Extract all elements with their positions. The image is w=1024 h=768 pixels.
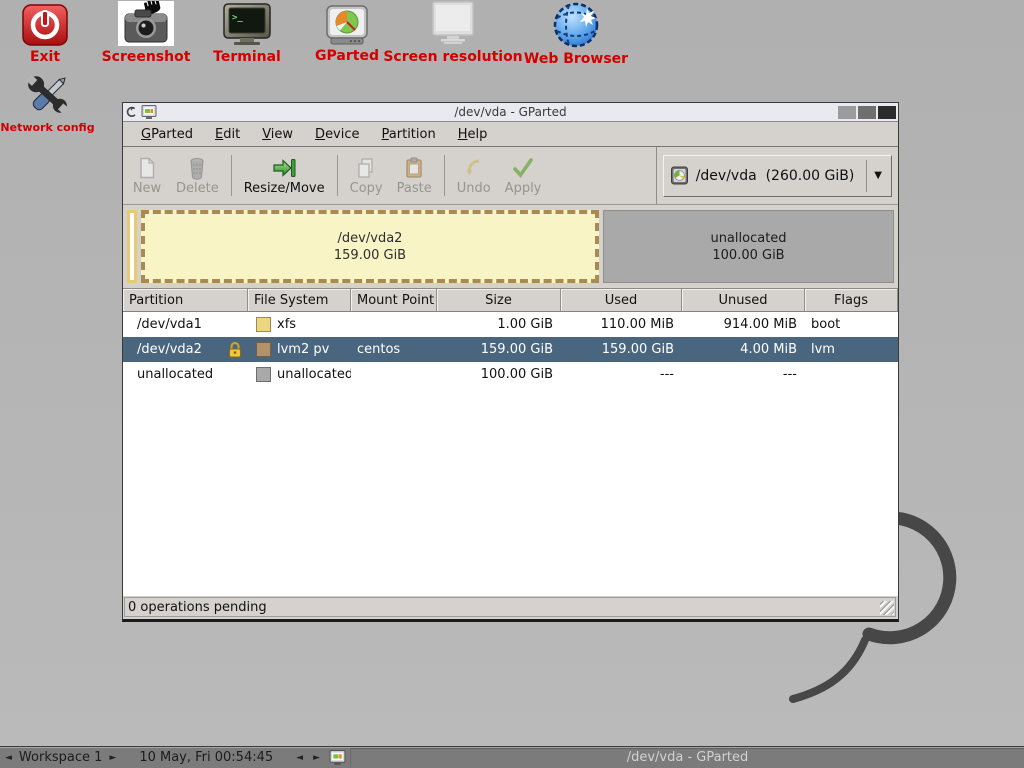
diskbar-partition-vda1[interactable] <box>127 210 137 283</box>
toolbar-separator <box>444 155 445 196</box>
hard-drive-icon <box>670 166 690 186</box>
workspace-label: Workspace 1 <box>17 750 104 765</box>
desktop-icon-label: Terminal <box>213 49 281 65</box>
partition-table: Partition File System Mount Point Size U… <box>123 289 898 596</box>
device-selector-zone: /dev/vda (260.00 GiB) ▼ <box>656 147 898 204</box>
column-header-partition: Partition <box>123 289 248 312</box>
diskbar-unallocated[interactable]: unallocated 100.00 GiB <box>603 210 894 283</box>
new-partition-icon <box>135 156 159 180</box>
desktop-icon-web-browser[interactable]: Web Browser <box>516 1 636 67</box>
column-header-mountpoint: Mount Point <box>351 289 437 312</box>
task-prev-arrow-icon[interactable]: ◄ <box>291 753 308 763</box>
new-button[interactable]: New <box>125 153 169 199</box>
taskbar-clock: 10 May, Fri 00:54:45 <box>121 750 291 765</box>
disk-pie-icon <box>323 5 371 45</box>
filesystem-color-swatch <box>256 367 271 382</box>
menu-edit[interactable]: Edit <box>205 124 250 145</box>
resize-move-icon <box>271 156 297 180</box>
column-header-unused: Unused <box>682 289 805 312</box>
desktop-icon-gparted[interactable]: GParted <box>305 5 389 64</box>
globe-icon <box>551 1 601 48</box>
desktop-icon-label: GParted <box>315 48 379 64</box>
combo-separator <box>866 160 867 192</box>
camera-icon <box>118 1 174 46</box>
resize-grip[interactable] <box>880 601 894 615</box>
workspace-prev-arrow-icon[interactable]: ◄ <box>0 753 17 763</box>
menu-help[interactable]: Help <box>448 124 498 145</box>
menu-view[interactable]: View <box>252 124 303 145</box>
undo-button[interactable]: Undo <box>450 153 498 199</box>
monitor-icon <box>427 1 479 46</box>
desktop-icon-label: Exit <box>30 49 60 65</box>
task-next-arrow-icon[interactable]: ► <box>308 753 325 763</box>
undo-icon <box>462 156 486 180</box>
toolbar: New Delete <box>123 147 898 205</box>
desktop-icon-exit[interactable]: Exit <box>5 4 85 65</box>
desktop-icon-label: Network config <box>0 121 94 134</box>
desktop-icon-label: Screenshot <box>102 49 191 65</box>
diskbar-partition-size: 159.00 GiB <box>334 247 406 264</box>
statusbar: 0 operations pending <box>124 597 896 617</box>
toolbar-separator <box>337 155 338 196</box>
device-selector-value: /dev/vda (260.00 GiB) <box>696 168 855 184</box>
apply-button[interactable]: Apply <box>498 153 549 199</box>
pending-operations-text: 0 operations pending <box>128 600 267 615</box>
menu-gparted[interactable]: GParted <box>131 124 203 145</box>
table-header-row: Partition File System Mount Point Size U… <box>123 289 898 312</box>
desktop-icon-label: Web Browser <box>524 51 628 67</box>
table-row-vda1[interactable]: /dev/vda1 xfs 1.00 GiB 110.00 MiB 914.00… <box>123 312 898 337</box>
workspace-next-arrow-icon[interactable]: ► <box>104 753 121 763</box>
menu-device[interactable]: Device <box>305 124 369 145</box>
toolbar-separator <box>231 155 232 196</box>
close-button[interactable] <box>878 106 896 119</box>
column-header-flags: Flags <box>805 289 898 312</box>
column-header-size: Size <box>437 289 561 312</box>
column-header-used: Used <box>561 289 682 312</box>
power-icon <box>22 4 68 46</box>
taskbar-window-button[interactable]: /dev/vda - GParted <box>350 748 1024 768</box>
apply-check-icon <box>511 156 535 180</box>
minimize-button[interactable] <box>838 106 856 119</box>
desktop-icon-network-config[interactable]: Network config <box>0 72 95 134</box>
disk-visual-bar: /dev/vda2 159.00 GiB unallocated 100.00 … <box>123 205 898 289</box>
filesystem-color-swatch <box>256 317 271 332</box>
gparted-taskbar-icon[interactable] <box>329 750 346 766</box>
maximize-button[interactable] <box>858 106 876 119</box>
column-header-filesystem: File System <box>248 289 351 312</box>
resize-move-button[interactable]: Resize/Move <box>237 153 332 199</box>
delete-button[interactable]: Delete <box>169 153 226 199</box>
diskbar-unallocated-size: 100.00 GiB <box>712 247 784 264</box>
svg-text:>_: >_ <box>232 13 243 23</box>
taskbar: ◄ Workspace 1 ► 10 May, Fri 00:54:45 ◄ ►… <box>0 746 1024 768</box>
copy-button[interactable]: Copy <box>343 153 390 199</box>
desktop-icon-screenshot[interactable]: Screenshot <box>98 1 194 65</box>
gparted-window: /dev/vda - GParted GParted Edit View Dev… <box>122 102 899 622</box>
device-selector[interactable]: /dev/vda (260.00 GiB) ▼ <box>663 155 892 197</box>
paste-button[interactable]: Paste <box>390 153 439 199</box>
diskbar-partition-label: /dev/vda2 <box>338 230 403 247</box>
lock-icon <box>228 341 242 358</box>
table-empty-area <box>123 387 898 596</box>
delete-partition-icon <box>185 156 209 180</box>
table-row-vda2-selected[interactable]: /dev/vda2 lvm2 pv centos 159.00 GiB 159.… <box>123 337 898 362</box>
copy-icon <box>354 156 378 180</box>
desktop-icon-screen-resolution[interactable]: Screen resolution <box>388 1 518 65</box>
menubar: GParted Edit View Device Partition Help <box>123 122 898 147</box>
desktop-icon-terminal[interactable]: >_ Terminal <box>203 3 291 65</box>
taskbar-window-title: /dev/vda - GParted <box>627 750 749 765</box>
filesystem-color-swatch <box>256 342 271 357</box>
paste-icon <box>402 156 426 180</box>
window-titlebar: /dev/vda - GParted <box>123 103 898 122</box>
tools-icon <box>20 72 76 118</box>
diskbar-unallocated-label: unallocated <box>710 230 786 247</box>
desktop: Exit Screenshot >_ Term <box>0 0 1024 768</box>
menu-partition[interactable]: Partition <box>372 124 446 145</box>
desktop-icon-label: Screen resolution <box>383 49 522 65</box>
chevron-down-icon[interactable]: ▼ <box>871 170 885 181</box>
diskbar-partition-vda2-selected[interactable]: /dev/vda2 159.00 GiB <box>141 210 599 283</box>
window-title: /dev/vda - GParted <box>123 105 898 119</box>
terminal-icon: >_ <box>221 3 273 46</box>
table-row-unallocated[interactable]: unallocated unallocated 100.00 GiB --- -… <box>123 362 898 387</box>
